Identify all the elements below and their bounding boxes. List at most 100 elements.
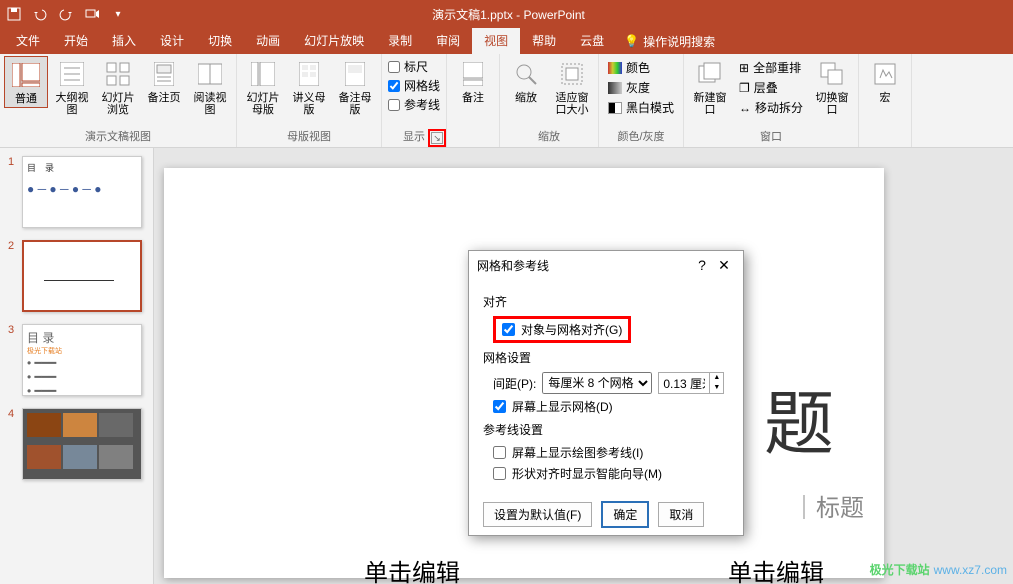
thumb-slide-1[interactable]: 目 录● ─ ● ─ ● ─ ● [22,156,142,228]
dialog-close-icon[interactable]: ✕ [713,257,735,274]
color-button[interactable]: 颜色 [605,58,677,77]
group-presentation-views: 普通 大纲视图 幻灯片浏览 备注页 阅读视图 演示文稿视图 [0,54,237,147]
group-macros: 宏 [859,54,912,147]
bulb-icon: 💡 [624,34,639,48]
undo-icon[interactable] [30,4,50,24]
snap-to-grid-highlight: 对象与网格对齐(G) [493,316,631,343]
group-show: 标尺 网格线 参考线 显示 ↘ [382,54,447,147]
dialog-help-icon[interactable]: ? [691,257,713,273]
group-window: 新建窗口 ⊞全部重排 ❐层叠 ↔移动拆分 切换窗口 窗口 [684,54,859,147]
tab-review[interactable]: 审阅 [424,28,472,54]
spacing-select[interactable]: 每厘米 8 个网格 [542,372,652,394]
notes-page-icon [148,58,180,90]
display-drawing-guides-checkbox[interactable] [493,446,506,459]
tab-transition[interactable]: 切换 [196,28,244,54]
group-label-window: 窗口 [688,129,854,145]
tab-view[interactable]: 视图 [472,28,520,54]
snap-to-grid-label: 对象与网格对齐(G) [521,321,622,338]
move-split-button[interactable]: ↔移动拆分 [736,98,806,117]
save-icon[interactable] [4,4,24,24]
tab-file[interactable]: 文件 [4,28,52,54]
slide-text-2[interactable]: 单击编辑 [728,553,824,584]
macros-button[interactable]: 宏 [863,56,907,106]
redo-icon[interactable] [56,4,76,24]
slide-text-1[interactable]: 单击编辑 [364,553,460,584]
display-grid-checkbox[interactable] [493,400,506,413]
show-group-launcher[interactable]: ↘ [431,132,443,144]
display-smart-guides-label: 形状对齐时显示智能向导(M) [512,465,662,482]
group-label-master: 母版视图 [241,129,377,145]
thumb-slide-4[interactable] [22,408,142,480]
slide-sorter-button[interactable]: 幻灯片浏览 [96,56,140,118]
title-bar: ▾ 演示文稿1.pptx - PowerPoint [0,0,1013,28]
watermark-url: www.xz7.com [934,563,1007,577]
dialog-title: 网格和参考线 [477,257,691,274]
notes-page-button[interactable]: 备注页 [142,56,186,106]
handout-master-button[interactable]: 讲义母版 [287,56,331,118]
cascade-icon: ❐ [739,81,750,95]
spin-up-icon[interactable]: ▲ [709,373,723,383]
outline-view-button[interactable]: 大纲视图 [50,56,94,118]
snap-to-grid-checkbox[interactable] [502,323,515,336]
cascade-button[interactable]: ❐层叠 [736,78,806,97]
tab-help[interactable]: 帮助 [520,28,568,54]
window-title: 演示文稿1.pptx - PowerPoint [128,6,889,23]
notes-master-icon [339,58,371,90]
macros-icon [869,58,901,90]
blackwhite-icon [608,102,622,114]
thumb-slide-3[interactable]: 目 录极光下载站• ━━━• ━━━• ━━━ [22,324,142,396]
slide-master-button[interactable]: 幻灯片母版 [241,56,285,118]
tell-me[interactable]: 💡 操作说明搜索 [624,33,715,50]
normal-view-button[interactable]: 普通 [4,56,48,108]
notes-button[interactable]: 备注 [451,56,495,106]
slide-master-icon [247,58,279,90]
tell-me-label: 操作说明搜索 [643,33,715,50]
dialog-titlebar[interactable]: 网格和参考线 ? ✕ [469,251,743,279]
cancel-button[interactable]: 取消 [658,502,704,527]
quick-access-toolbar: ▾ [4,4,128,24]
group-label-presview: 演示文稿视图 [4,129,232,145]
fit-window-icon [556,58,588,90]
slide-thumbnails[interactable]: 1目 录● ─ ● ─ ● ─ ● 2 3目 录极光下载站• ━━━• ━━━•… [0,148,154,584]
zoom-icon [510,58,542,90]
group-label-zoom: 缩放 [504,129,594,145]
display-drawing-guides-label: 屏幕上显示绘图参考线(I) [512,444,643,461]
gridlines-checkbox[interactable]: 网格线 [388,77,440,94]
spacing-value-spinner[interactable]: ▲▼ [658,372,724,394]
tab-home[interactable]: 开始 [52,28,100,54]
tab-insert[interactable]: 插入 [100,28,148,54]
ruler-checkbox[interactable]: 标尺 [388,58,440,75]
qat-customize-icon[interactable]: ▾ [108,4,128,24]
zoom-button[interactable]: 缩放 [504,56,548,106]
align-section-label: 对齐 [483,293,729,310]
display-smart-guides-checkbox[interactable] [493,467,506,480]
ok-button[interactable]: 确定 [602,502,648,527]
set-as-default-button[interactable]: 设置为默认值(F) [483,502,592,527]
notes-master-button[interactable]: 备注母版 [333,56,377,118]
guides-checkbox[interactable]: 参考线 [388,96,440,113]
new-window-button[interactable]: 新建窗口 [688,56,732,118]
thumb-slide-2[interactable] [22,240,142,312]
tab-record[interactable]: 录制 [376,28,424,54]
outline-view-icon [56,58,88,90]
tab-cloud[interactable]: 云盘 [568,28,616,54]
grid-and-guides-dialog: 网格和参考线 ? ✕ 对齐 对象与网格对齐(G) 网格设置 间距(P): 每厘米… [468,250,744,536]
tab-design[interactable]: 设计 [148,28,196,54]
arrange-all-button[interactable]: ⊞全部重排 [736,58,806,77]
fit-window-button[interactable]: 适应窗口大小 [550,56,594,118]
group-notes-single: 备注 [447,54,500,147]
watermark-logo: 极光下载站 [870,561,930,578]
move-split-icon: ↔ [739,101,751,115]
spin-down-icon[interactable]: ▼ [709,383,723,393]
grayscale-button[interactable]: 灰度 [605,78,677,97]
start-from-beginning-icon[interactable] [82,4,102,24]
blackwhite-button[interactable]: 黑白模式 [605,98,677,117]
tab-animation[interactable]: 动画 [244,28,292,54]
switch-windows-icon [816,58,848,90]
spacing-value-input[interactable] [659,376,709,390]
tab-slideshow[interactable]: 幻灯片放映 [292,28,376,54]
switch-windows-button[interactable]: 切换窗口 [810,56,854,118]
guides-settings-section-label: 参考线设置 [483,421,729,438]
reading-view-button[interactable]: 阅读视图 [188,56,232,118]
slide-subtitle-placeholder[interactable]: ｜标题 [792,488,864,523]
